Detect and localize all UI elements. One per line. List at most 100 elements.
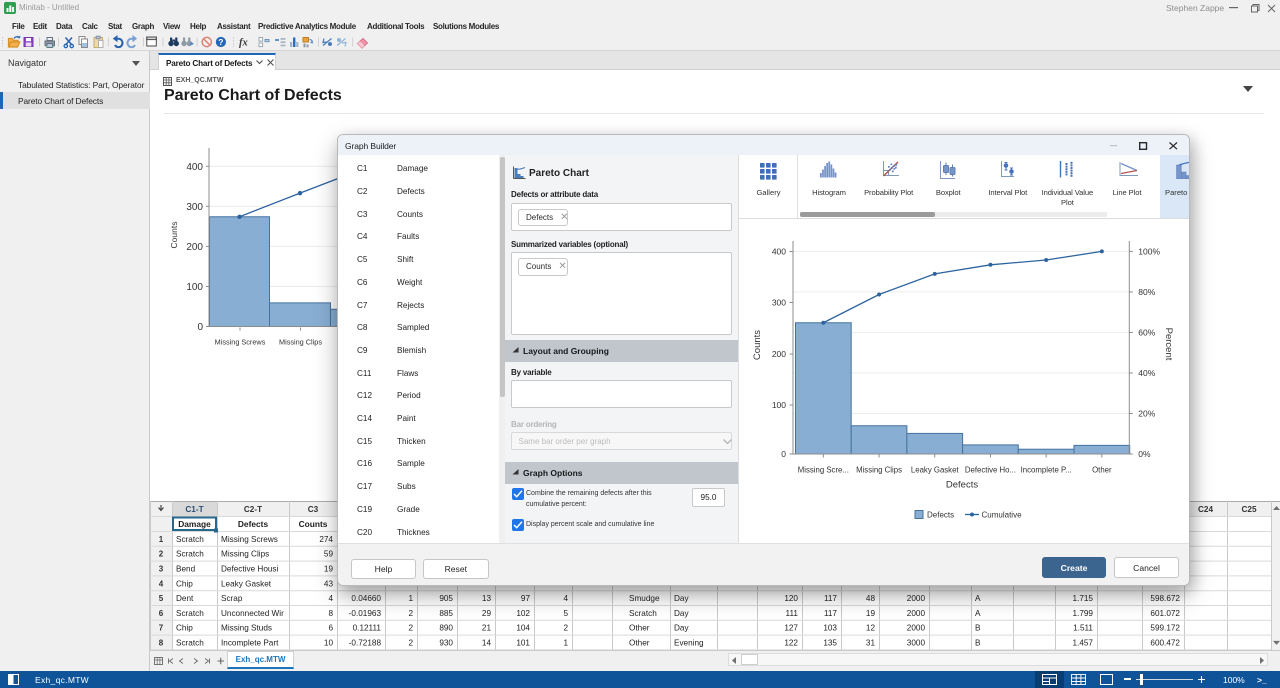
svg-text:1: 1 xyxy=(563,639,568,648)
svg-text:0: 0 xyxy=(197,322,203,333)
svg-text:930: 930 xyxy=(439,639,453,648)
svg-text:80%: 80% xyxy=(1138,287,1155,297)
svg-text:Leaky Gasket: Leaky Gasket xyxy=(221,579,272,588)
svg-text:A: A xyxy=(975,609,981,618)
svg-text:2: 2 xyxy=(408,624,413,633)
svg-text:C2-T: C2-T xyxy=(244,505,262,514)
svg-text:599.172: 599.172 xyxy=(1150,624,1180,633)
svg-text:60%: 60% xyxy=(1138,327,1155,337)
svg-text:0%: 0% xyxy=(1138,449,1151,459)
svg-text:Percent: Percent xyxy=(1163,328,1174,361)
svg-text:3000: 3000 xyxy=(907,639,926,648)
svg-text:C3: C3 xyxy=(308,505,319,514)
svg-text:100%: 100% xyxy=(1138,246,1160,256)
svg-text:Defects: Defects xyxy=(927,511,954,520)
svg-text:Damage: Damage xyxy=(178,519,211,529)
svg-text:6: 6 xyxy=(328,624,333,633)
svg-text:Scratch: Scratch xyxy=(176,535,204,544)
svg-text:1.511: 1.511 xyxy=(1073,624,1093,633)
svg-text:Other: Other xyxy=(629,624,650,633)
svg-text:400: 400 xyxy=(186,162,203,173)
svg-text:200: 200 xyxy=(186,242,203,253)
svg-text:A: A xyxy=(975,594,981,603)
svg-text:4: 4 xyxy=(328,594,333,603)
svg-text:Missing Studs: Missing Studs xyxy=(221,624,272,633)
svg-text:2: 2 xyxy=(159,550,164,559)
svg-text:890: 890 xyxy=(439,624,453,633)
svg-text:19: 19 xyxy=(324,565,334,574)
svg-text:Counts: Counts xyxy=(169,222,179,249)
svg-text:4: 4 xyxy=(563,594,568,603)
svg-text:Missing Screws: Missing Screws xyxy=(215,338,266,347)
svg-text:Defects: Defects xyxy=(946,480,978,491)
svg-text:Leaky Gasket: Leaky Gasket xyxy=(911,466,960,475)
svg-text:Scratch: Scratch xyxy=(176,550,204,559)
svg-text:Evening: Evening xyxy=(674,639,704,648)
svg-text:Day: Day xyxy=(674,609,689,618)
svg-text:102: 102 xyxy=(516,609,530,618)
svg-text:100: 100 xyxy=(186,282,203,293)
svg-text:0: 0 xyxy=(781,449,786,459)
svg-text:905: 905 xyxy=(439,594,453,603)
svg-text:19: 19 xyxy=(866,609,876,618)
svg-text:5: 5 xyxy=(563,609,568,618)
svg-text:Scratch: Scratch xyxy=(176,609,204,618)
svg-text:C24: C24 xyxy=(1198,505,1213,514)
svg-text:1.457: 1.457 xyxy=(1073,639,1094,648)
svg-text:6: 6 xyxy=(159,609,164,618)
svg-text:274: 274 xyxy=(319,535,333,544)
svg-text:300: 300 xyxy=(772,298,786,308)
svg-text:Missing Clips: Missing Clips xyxy=(279,338,322,347)
svg-text:117: 117 xyxy=(824,594,837,603)
svg-text:122: 122 xyxy=(784,639,798,648)
svg-text:8: 8 xyxy=(159,639,164,648)
svg-text:2000: 2000 xyxy=(907,624,926,633)
svg-text:5: 5 xyxy=(159,594,164,603)
svg-text:31: 31 xyxy=(866,639,876,648)
svg-text:8: 8 xyxy=(328,609,333,618)
svg-text:103: 103 xyxy=(823,624,837,633)
svg-text:Missing Scre...: Missing Scre... xyxy=(798,466,849,475)
svg-text:Incomplete Part: Incomplete Part xyxy=(221,639,279,648)
svg-text:10: 10 xyxy=(324,639,334,648)
svg-text:3: 3 xyxy=(159,565,164,574)
svg-text:601.072: 601.072 xyxy=(1150,609,1180,618)
svg-text:Day: Day xyxy=(674,594,689,603)
svg-text:Dent: Dent xyxy=(176,594,194,603)
svg-text:Cumulative: Cumulative xyxy=(982,511,1023,520)
svg-text:C1-T: C1-T xyxy=(185,505,203,514)
svg-text:120: 120 xyxy=(784,594,798,603)
svg-text:2: 2 xyxy=(563,624,568,633)
svg-text:127: 127 xyxy=(784,624,798,633)
svg-text:4: 4 xyxy=(159,579,164,588)
svg-text:14: 14 xyxy=(482,639,492,648)
svg-text:1: 1 xyxy=(159,535,164,544)
svg-text:Smudge: Smudge xyxy=(629,594,660,603)
svg-text:43: 43 xyxy=(324,579,334,588)
svg-text:?: ? xyxy=(218,37,223,47)
svg-text:Scrap: Scrap xyxy=(221,594,243,603)
svg-text:Scratch: Scratch xyxy=(629,609,657,618)
svg-text:7: 7 xyxy=(159,624,164,633)
svg-text:0.12111: 0.12111 xyxy=(353,624,382,633)
svg-text:Bend: Bend xyxy=(176,565,196,574)
svg-text:885: 885 xyxy=(439,609,453,618)
svg-text:-0.72188: -0.72188 xyxy=(349,639,382,648)
svg-text:111: 111 xyxy=(786,609,799,618)
svg-text:Defective Housi: Defective Housi xyxy=(221,565,279,574)
svg-text:200: 200 xyxy=(772,349,786,359)
svg-text:13: 13 xyxy=(482,594,492,603)
svg-text:48: 48 xyxy=(866,594,876,603)
svg-text:598.672: 598.672 xyxy=(1150,594,1180,603)
svg-text:2: 2 xyxy=(408,639,413,648)
svg-text:Chip: Chip xyxy=(176,579,193,588)
svg-text:Other: Other xyxy=(1092,466,1112,475)
svg-text:135: 135 xyxy=(823,639,837,648)
svg-text:12: 12 xyxy=(866,624,876,633)
svg-text:2000: 2000 xyxy=(907,609,926,618)
svg-text:Missing Clips: Missing Clips xyxy=(856,466,902,475)
svg-text:40%: 40% xyxy=(1138,368,1155,378)
svg-text:101: 101 xyxy=(516,639,530,648)
svg-text:Day: Day xyxy=(674,624,689,633)
svg-text:20%: 20% xyxy=(1138,408,1155,418)
